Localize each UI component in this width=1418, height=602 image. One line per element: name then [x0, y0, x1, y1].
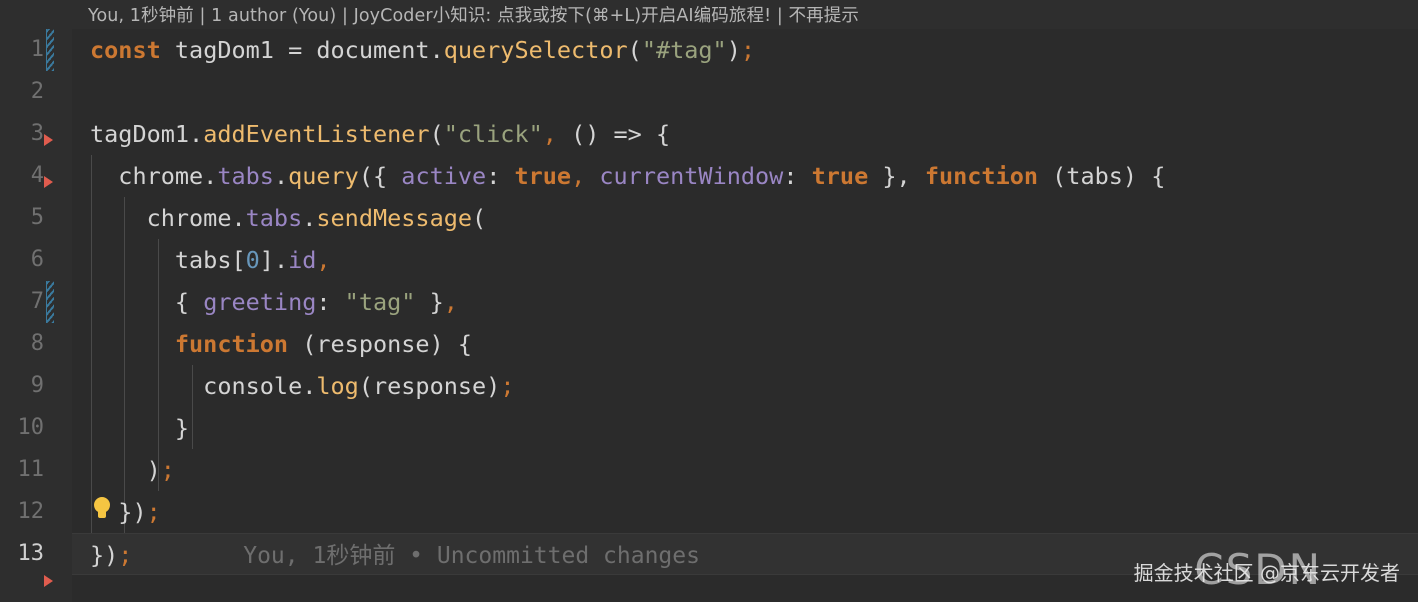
inline-blame-annotation[interactable]: You, 1秒钟前 • Uncommitted changes	[132, 543, 700, 569]
code-token: active	[401, 162, 487, 190]
code-line-3[interactable]: tagDom1.addEventListener("click", () => …	[72, 113, 1418, 155]
code-token: tabs	[245, 204, 303, 232]
line-number-9[interactable]: 9	[0, 365, 44, 407]
code-token: ,	[571, 162, 586, 190]
code-token: tagDom1.	[90, 120, 204, 148]
code-token: )	[90, 456, 161, 484]
fold-arrow-icon[interactable]	[44, 176, 53, 188]
code-token: currentWindow	[599, 162, 784, 190]
code-line-9[interactable]: console.log(response);	[72, 365, 1418, 407]
code-token: true	[811, 162, 869, 190]
code-token: :	[783, 162, 812, 190]
code-token: sendMessage	[316, 204, 473, 232]
line-number-11[interactable]: 11	[0, 449, 45, 491]
code-token: },	[868, 162, 911, 190]
line-number-12[interactable]: 12	[0, 491, 45, 533]
code-token: :	[486, 162, 515, 190]
code-line-7[interactable]: { greeting: "tag" },	[72, 281, 1418, 323]
code-token: (	[472, 204, 487, 232]
code-token: ;	[160, 456, 175, 484]
code-token: ,	[542, 120, 557, 148]
code-token: (response) {	[288, 330, 473, 358]
code-token: addEventListener	[203, 120, 430, 148]
line-number-4[interactable]: 4	[0, 155, 44, 197]
code-line-10[interactable]: }	[72, 407, 1418, 449]
juejin-watermark: 掘金技术社区 @京东云开发者	[1133, 561, 1400, 585]
code-token: ({	[358, 162, 402, 190]
code-token: ,	[443, 288, 458, 316]
code-token: }	[415, 288, 444, 316]
code-token: ;	[118, 541, 133, 569]
line-number-10[interactable]: 10	[0, 407, 45, 449]
code-area[interactable]: const tagDom1 = document.querySelector("…	[72, 29, 1418, 602]
code-line-1[interactable]: const tagDom1 = document.querySelector("…	[72, 29, 1418, 71]
line-number-3[interactable]: 3	[0, 113, 44, 155]
code-token: ;	[740, 36, 756, 64]
code-token: chrome.	[90, 162, 218, 190]
code-token: tabs	[217, 162, 274, 190]
fold-arrow-icon[interactable]	[44, 575, 53, 587]
code-token: greeting	[203, 288, 317, 316]
editor-gutter[interactable]: 1 2 3 4 5 6 7 8 9 10 11 12 13	[0, 29, 72, 602]
code-editor-window: You, 1秒钟前 | 1 author (You) | JoyCoder小知识…	[0, 0, 1418, 602]
code-token: }	[90, 414, 190, 442]
code-token: function	[924, 162, 1039, 190]
code-token: })	[90, 541, 119, 569]
line-number-1[interactable]: 1	[0, 29, 44, 71]
code-line-6[interactable]: tabs[0].id,	[72, 239, 1418, 281]
code-token: function	[174, 330, 289, 358]
code-token: )	[726, 36, 741, 64]
code-token: (	[429, 120, 444, 148]
code-token: "tag"	[344, 288, 416, 316]
code-token: chrome.	[90, 204, 246, 232]
code-token: 0	[245, 246, 260, 274]
line-number-8[interactable]: 8	[0, 323, 44, 365]
code-token: (	[627, 36, 642, 64]
code-token: (tabs) {	[1038, 162, 1166, 190]
line-number-2[interactable]: 2	[0, 71, 44, 113]
code-token: :	[316, 288, 345, 316]
code-token: "click"	[443, 120, 543, 148]
code-token: "#tag"	[641, 36, 727, 64]
code-token: log	[316, 372, 359, 400]
line-number-6[interactable]: 6	[0, 239, 44, 281]
line-number-5[interactable]: 5	[0, 197, 44, 239]
code-token: .	[302, 204, 317, 232]
line-number-7[interactable]: 7	[0, 281, 44, 323]
code-token: (response)	[358, 372, 501, 400]
code-token: () => {	[556, 120, 671, 148]
code-line-2[interactable]	[72, 71, 1418, 113]
fold-arrow-icon[interactable]	[44, 134, 53, 146]
code-token: ].	[259, 246, 289, 274]
code-token: console.	[90, 372, 317, 400]
git-blame-banner[interactable]: You, 1秒钟前 | 1 author (You) | JoyCoder小知识…	[0, 0, 1418, 29]
code-token: tagDom1 = document.	[160, 36, 444, 64]
code-token: true	[514, 162, 572, 190]
code-token: ;	[500, 372, 515, 400]
code-token: tabs[	[90, 246, 246, 274]
code-line-4[interactable]: chrome.tabs.query({ active: true, curren…	[72, 155, 1418, 197]
code-token: ;	[146, 498, 161, 526]
line-number-13[interactable]: 13	[0, 533, 45, 575]
code-token: ,	[316, 246, 331, 274]
code-line-11[interactable]: );	[72, 449, 1418, 491]
change-bar[interactable]	[46, 29, 54, 71]
change-bar[interactable]	[46, 281, 54, 323]
code-token: querySelector	[443, 36, 628, 64]
code-token: .	[273, 162, 289, 190]
code-line-5[interactable]: chrome.tabs.sendMessage(	[72, 197, 1418, 239]
code-line-8[interactable]: function (response) {	[72, 323, 1418, 365]
code-token: const	[90, 36, 161, 64]
code-token: {	[90, 288, 204, 316]
code-line-12[interactable]: });	[72, 491, 1418, 533]
code-token: })	[90, 498, 147, 526]
code-token: id	[288, 246, 317, 274]
code-token: query	[288, 162, 359, 190]
git-blame-banner-text: You, 1秒钟前 | 1 author (You) | JoyCoder小知识…	[88, 6, 859, 26]
